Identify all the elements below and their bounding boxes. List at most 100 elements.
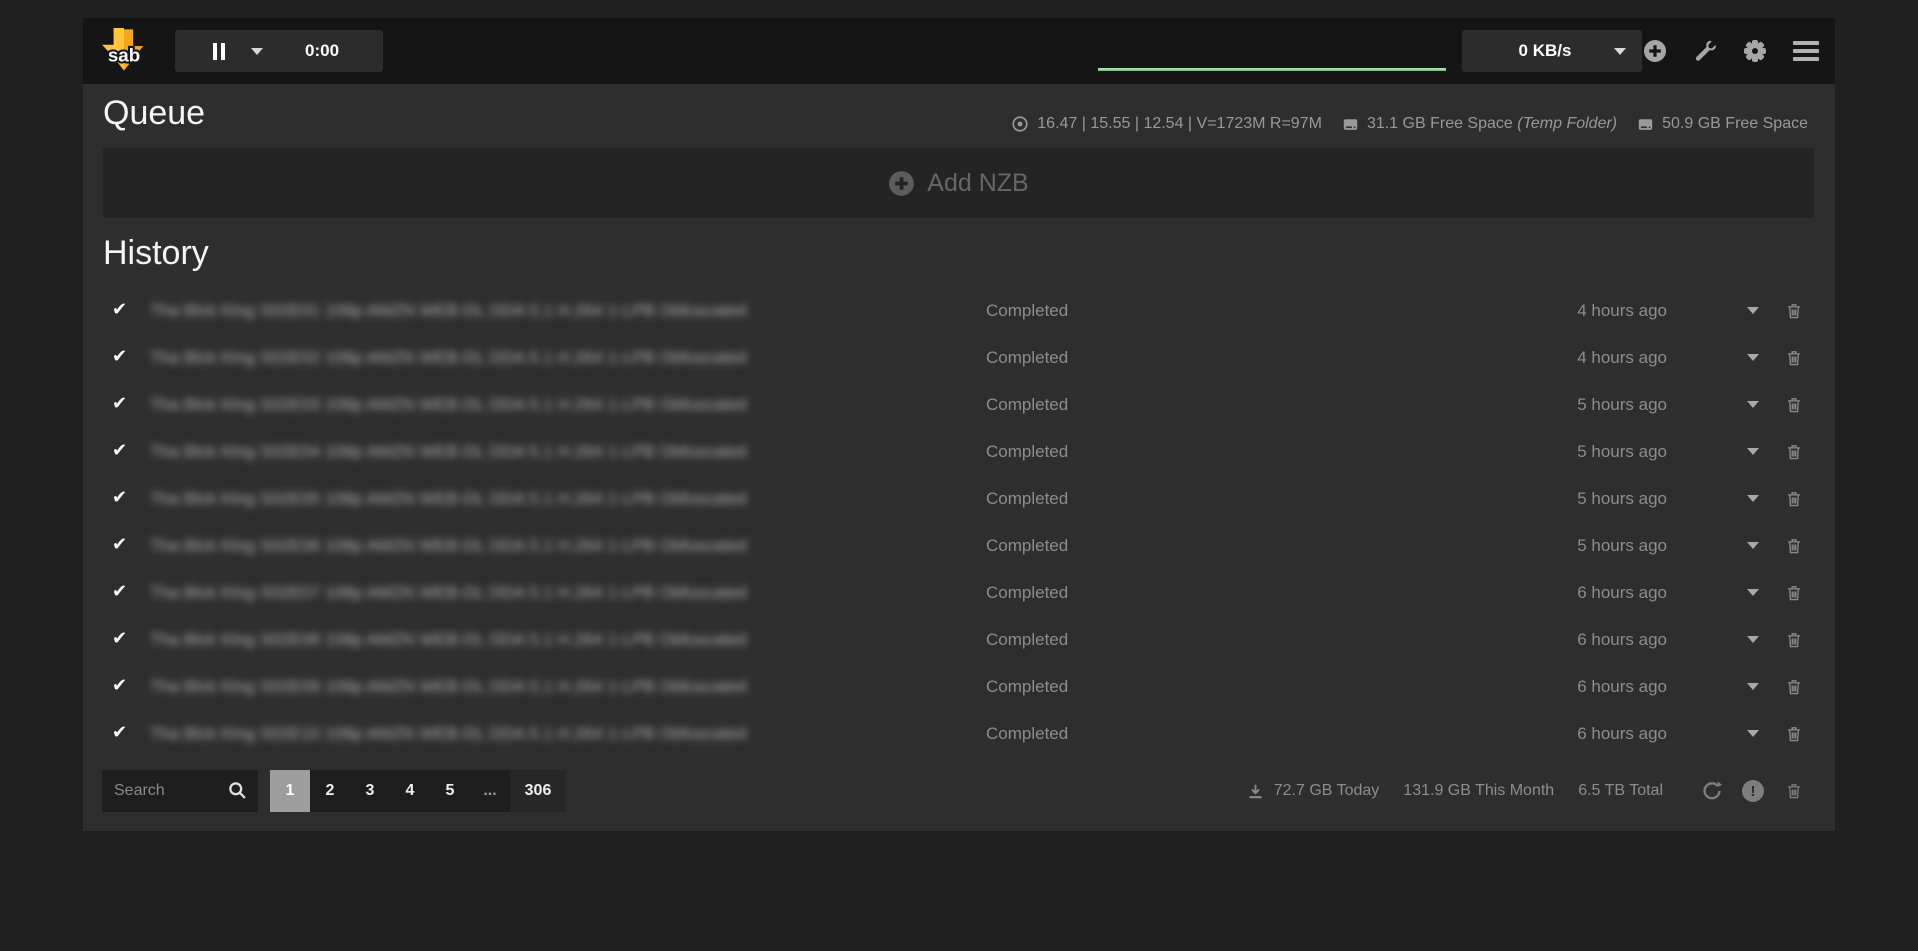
chevron-down-icon[interactable] [1747,683,1759,690]
trash-icon[interactable] [1785,677,1803,697]
queue-title: Queue [103,94,205,133]
status-label: Completed [986,677,1068,697]
page-button-306[interactable]: 306 [510,770,566,812]
download-name[interactable]: Tha Blck Klng S02E08 108p AMZN WEB-DL DD… [150,630,840,650]
chevron-down-icon[interactable] [1747,542,1759,549]
trash-icon[interactable] [1785,301,1803,321]
check-icon: ✔ [112,301,127,319]
check-icon: ✔ [112,348,127,366]
sabnzbd-app: sab 0:00 0 KB/s [83,18,1835,831]
pause-controls[interactable]: 0:00 [175,30,383,72]
temp-free-space-stat: 31.1 GB Free Space (Temp Folder) [1342,115,1617,133]
chevron-down-icon[interactable] [1747,636,1759,643]
status-label: Completed [986,442,1068,462]
trash-icon[interactable] [1785,442,1803,462]
download-name[interactable]: Tha Blck Klng S02E10 108p AMZN WEB-DL DD… [150,724,840,744]
chevron-down-icon[interactable] [1747,307,1759,314]
age-label: 5 hours ago [1577,536,1667,556]
download-name[interactable]: Tha Blck Klng S02E09 108p AMZN WEB-DL DD… [150,677,840,697]
exclamation-circle-icon[interactable]: ! [1742,780,1764,802]
download-icon [1247,783,1264,800]
status-label: Completed [986,489,1068,509]
speed-dropdown[interactable]: 0 KB/s [1462,30,1642,72]
status-label: Completed [986,536,1068,556]
trash-icon[interactable] [1785,583,1803,603]
plus-circle-icon[interactable] [1643,39,1667,63]
hdd-icon [1342,116,1359,133]
refresh-icon[interactable] [1701,780,1723,802]
status-label: Completed [986,301,1068,321]
chevron-down-icon[interactable] [1747,730,1759,737]
trash-icon[interactable] [1785,348,1803,368]
age-label: 6 hours ago [1577,677,1667,697]
table-row[interactable]: ✔ Tha Blck Klng S02E05 108p AMZN WEB-DL … [83,476,1835,523]
chevron-down-icon[interactable] [1747,354,1759,361]
temp-folder-note: (Temp Folder) [1517,115,1617,132]
download-name[interactable]: Tha Blck Klng S02E05 108p AMZN WEB-DL DD… [150,489,840,509]
table-row[interactable]: ✔ Tha Blck Klng S02E04 108p AMZN WEB-DL … [83,429,1835,476]
hdd-icon [1637,116,1654,133]
page-button-5[interactable]: 5 [430,770,470,812]
age-label: 4 hours ago [1577,348,1667,368]
download-name[interactable]: Tha Blck Klng S02E01 108p AMZN WEB-DL DD… [150,301,840,321]
trash-icon[interactable] [1785,780,1803,802]
trash-icon[interactable] [1785,489,1803,509]
chevron-down-icon[interactable] [1747,589,1759,596]
trash-icon[interactable] [1785,395,1803,415]
age-label: 6 hours ago [1577,724,1667,744]
plus-circle-icon [888,170,915,197]
table-row[interactable]: ✔ Tha Blck Klng S02E10 108p AMZN WEB-DL … [83,711,1835,758]
page-button-2[interactable]: 2 [310,770,350,812]
sab-logo[interactable]: sab [99,27,149,77]
main-content: Queue 16.47 | 15.55 | 12.54 | V=1723M R=… [83,84,1835,831]
trash-icon[interactable] [1785,536,1803,556]
download-name[interactable]: Tha Blck Klng S02E04 108p AMZN WEB-DL DD… [150,442,840,462]
status-label: Completed [986,724,1068,744]
wrench-icon[interactable] [1694,40,1717,63]
speed-graph [1098,68,1446,71]
download-name[interactable]: Tha Blck Klng S02E06 108p AMZN WEB-DL DD… [150,536,840,556]
table-row[interactable]: ✔ Tha Blck Klng S02E01 108p AMZN WEB-DL … [83,288,1835,335]
status-label: Completed [986,630,1068,650]
page-button-3[interactable]: 3 [350,770,390,812]
download-name[interactable]: Tha Blck Klng S02E02 108p AMZN WEB-DL DD… [150,348,840,368]
speed-value: 0 KB/s [1462,41,1614,61]
age-label: 5 hours ago [1577,489,1667,509]
download-name[interactable]: Tha Blck Klng S02E07 108p AMZN WEB-DL DD… [150,583,840,603]
download-name[interactable]: Tha Blck Klng S02E03 108p AMZN WEB-DL DD… [150,395,840,415]
chevron-down-icon[interactable] [251,48,263,55]
table-row[interactable]: ✔ Tha Blck Klng S02E08 108p AMZN WEB-DL … [83,617,1835,664]
status-label: Completed [986,583,1068,603]
table-row[interactable]: ✔ Tha Blck Klng S02E07 108p AMZN WEB-DL … [83,570,1835,617]
today-stat: 72.7 GB Today [1247,782,1380,800]
disk-free-space-stat: 50.9 GB Free Space [1637,115,1808,133]
table-row[interactable]: ✔ Tha Blck Klng S02E06 108p AMZN WEB-DL … [83,523,1835,570]
status-label: Completed [986,348,1068,368]
page-ellipsis: ... [470,770,510,812]
total-stat: 6.5 TB Total [1578,782,1663,800]
age-label: 6 hours ago [1577,630,1667,650]
page-button-1[interactable]: 1 [270,770,310,812]
table-row[interactable]: ✔ Tha Blck Klng S02E02 108p AMZN WEB-DL … [83,335,1835,382]
system-load-stat: 16.47 | 15.55 | 12.54 | V=1723M R=97M [1011,115,1322,133]
search-box[interactable] [102,770,258,812]
chevron-down-icon[interactable] [1747,448,1759,455]
trash-icon[interactable] [1785,630,1803,650]
history-title: History [103,234,209,273]
pause-icon[interactable] [213,43,225,60]
table-row[interactable]: ✔ Tha Blck Klng S02E03 108p AMZN WEB-DL … [83,382,1835,429]
chevron-down-icon[interactable] [1747,401,1759,408]
gear-icon[interactable] [1744,40,1766,62]
hamburger-icon[interactable] [1793,41,1819,62]
check-icon: ✔ [112,442,127,460]
check-icon: ✔ [112,395,127,413]
target-icon [1011,115,1029,133]
table-row[interactable]: ✔ Tha Blck Klng S02E09 108p AMZN WEB-DL … [83,664,1835,711]
check-icon: ✔ [112,630,127,648]
pagination: 1 2 3 4 5 ... 306 [270,770,566,812]
trash-icon[interactable] [1785,724,1803,744]
topbar-actions [1643,18,1819,84]
add-nzb-dropzone[interactable]: Add NZB [103,148,1814,218]
page-button-4[interactable]: 4 [390,770,430,812]
chevron-down-icon[interactable] [1747,495,1759,502]
